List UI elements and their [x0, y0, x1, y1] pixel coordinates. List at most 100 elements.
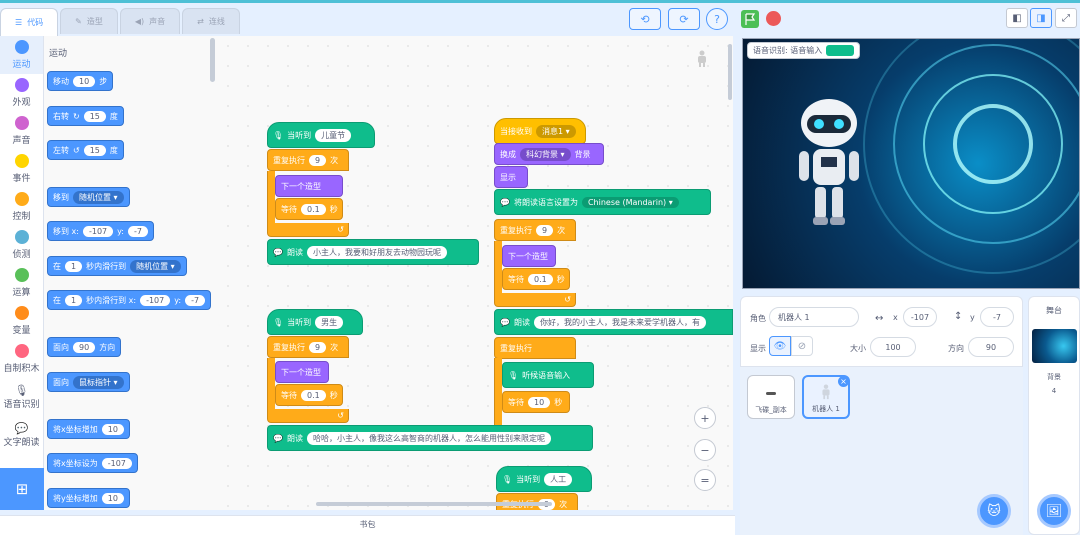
- category-control[interactable]: 控制: [0, 188, 43, 226]
- message-dropdown[interactable]: 消息1 ▾: [536, 124, 576, 138]
- forever-block[interactable]: 重复执行: [494, 337, 576, 359]
- zoom-reset-button[interactable]: =: [694, 469, 716, 491]
- stage-canvas[interactable]: 语音识别: 语音输入: [742, 38, 1080, 289]
- undo-button[interactable]: ⟲: [629, 8, 661, 30]
- block-change-x[interactable]: 将x坐标增加 10: [47, 419, 130, 439]
- tab-code[interactable]: ☰ 代码: [0, 8, 59, 36]
- speak-block-1[interactable]: 💬 朗读 小主人，我要和好朋友去动物园玩呢: [267, 239, 479, 265]
- point-towards-dropdown[interactable]: 鼠标指针 ▾: [73, 375, 124, 389]
- wait-seconds-input-2[interactable]: 0.1: [528, 273, 553, 285]
- repeat-times-input-2[interactable]: 9: [536, 224, 554, 236]
- normal-stage-button[interactable]: ◨: [1030, 8, 1052, 28]
- category-text-to-speech[interactable]: 💬 文字朗读: [0, 416, 43, 454]
- when-hear-hat-3[interactable]: 🎙 当听到 人工: [496, 466, 592, 492]
- block-turn-right[interactable]: 右转 ↻ 15 度: [47, 106, 124, 126]
- delete-sprite-button[interactable]: ×: [838, 376, 849, 387]
- y-input[interactable]: -7: [980, 307, 1014, 327]
- glidexy-seconds-input[interactable]: 1: [65, 294, 83, 306]
- repeat-times-input-3[interactable]: 9: [309, 341, 327, 353]
- hear-word-input-3[interactable]: 人工: [544, 472, 573, 486]
- repeat-block-3[interactable]: 重复执行 9 次: [267, 336, 349, 358]
- block-goto[interactable]: 移到 随机位置 ▾: [47, 187, 130, 207]
- add-sprite-button[interactable]: 🐱: [977, 494, 1011, 528]
- help-button[interactable]: ?: [706, 8, 728, 30]
- wait-block-2[interactable]: 等待 0.1 秒: [502, 268, 570, 290]
- speech-input-monitor[interactable]: 语音识别: 语音输入: [747, 42, 861, 59]
- repeat-times-input-1[interactable]: 9: [309, 154, 327, 166]
- turn-left-input[interactable]: 15: [83, 144, 106, 156]
- hide-sprite-button[interactable]: ⊘: [791, 336, 813, 356]
- glidexy-y-input[interactable]: -7: [185, 294, 206, 306]
- block-glide-xy[interactable]: 在 1 秒内滑行到 x: -107 y: -7: [47, 290, 212, 310]
- next-costume-block-3[interactable]: 下一个造型: [275, 361, 329, 383]
- change-y-input[interactable]: 10: [101, 492, 124, 504]
- zoom-in-button[interactable]: +: [694, 407, 716, 429]
- block-glide[interactable]: 在 1 秒内滑行到 随机位置 ▾: [47, 256, 187, 276]
- script-area[interactable]: 🎙 当听到 儿童节 重复执行 9 次 下一个造型 等待 0.1 秒 ↺ 💬 朗读 小主人，我要和…: [218, 36, 733, 510]
- repeat-block-1[interactable]: 重复执行 9 次: [267, 149, 349, 171]
- small-stage-button[interactable]: ◧: [1006, 8, 1028, 28]
- goto-x-input[interactable]: -107: [82, 225, 114, 237]
- goto-dropdown[interactable]: 随机位置 ▾: [73, 190, 124, 204]
- hear-word-input-2[interactable]: 男生: [315, 315, 344, 329]
- category-events[interactable]: 事件: [0, 150, 43, 188]
- set-x-input[interactable]: -107: [101, 457, 132, 469]
- show-sprite-button[interactable]: 👁: [769, 336, 791, 356]
- block-point-towards[interactable]: 面向 鼠标指针 ▾: [47, 372, 130, 392]
- zoom-out-button[interactable]: −: [694, 439, 716, 461]
- workspace-horizontal-scrollbar[interactable]: [316, 502, 552, 506]
- hear-word-input-1[interactable]: 儿童节: [315, 128, 352, 142]
- move-steps-input[interactable]: 10: [73, 75, 96, 87]
- direction-input[interactable]: 90: [968, 337, 1014, 357]
- block-goto-xy[interactable]: 移到 x: -107 y: -7: [47, 221, 154, 241]
- show-block[interactable]: 显示: [494, 166, 528, 188]
- repeat-block-2[interactable]: 重复执行 9 次: [494, 219, 576, 241]
- size-input[interactable]: 100: [870, 337, 916, 357]
- speak-block-2[interactable]: 💬 朗读 你好，我的小主人，我是未来爱学机器人，有: [494, 309, 733, 335]
- block-turn-left[interactable]: 左转 ↺ 15 度: [47, 140, 124, 160]
- robot-sprite[interactable]: [793, 97, 865, 229]
- tab-connect[interactable]: ⇄ 连线: [182, 8, 240, 34]
- sprite-tile-ufo-copy[interactable]: 飞碟_副本: [747, 375, 795, 419]
- language-dropdown[interactable]: Chinese (Mandarin) ▾: [581, 196, 679, 208]
- stop-button[interactable]: [766, 11, 781, 26]
- set-speech-language-block[interactable]: 💬 将朗读语言设置为 Chinese (Mandarin) ▾: [494, 189, 711, 215]
- glidexy-x-input[interactable]: -107: [140, 294, 171, 306]
- tab-sounds[interactable]: ◀) 声音: [119, 8, 181, 34]
- speak-text-input-2[interactable]: 你好，我的小主人，我是未来爱学机器人，有: [533, 315, 706, 329]
- wait-block-1[interactable]: 等待 0.1 秒: [275, 198, 343, 220]
- x-input[interactable]: -107: [903, 307, 937, 327]
- category-looks[interactable]: 外观: [0, 74, 43, 112]
- block-move[interactable]: 移动 10 步: [47, 71, 114, 91]
- category-variables[interactable]: 变量: [0, 302, 43, 340]
- glide-dropdown[interactable]: 随机位置 ▾: [130, 259, 181, 273]
- next-costume-block-1[interactable]: 下一个造型: [275, 175, 343, 197]
- redo-button[interactable]: ⟳: [668, 8, 700, 30]
- wait-seconds-input-4[interactable]: 10: [528, 396, 551, 408]
- wait-seconds-input-3[interactable]: 0.1: [301, 389, 326, 401]
- speak-block-3[interactable]: 💬 朗读 哈哈，小主人，像我这么高智商的机器人，怎么能用性别来限定呢: [267, 425, 593, 451]
- when-hear-hat-1[interactable]: 🎙 当听到 儿童节: [267, 122, 375, 148]
- when-hear-hat-2[interactable]: 🎙 当听到 男生: [267, 309, 363, 335]
- switch-backdrop-block[interactable]: 换成 科幻背景 ▾ 背景: [494, 143, 604, 165]
- goto-y-input[interactable]: -7: [128, 225, 148, 237]
- sprite-name-input[interactable]: 机器人 1: [769, 307, 859, 327]
- block-change-y[interactable]: 将y坐标增加 10: [47, 488, 130, 508]
- fullscreen-button[interactable]: ⤢: [1055, 8, 1077, 28]
- glide-seconds-input[interactable]: 1: [65, 260, 83, 272]
- speak-text-input-1[interactable]: 小主人，我要和好朋友去动物园玩呢: [306, 245, 447, 259]
- speak-text-input-3[interactable]: 哈哈，小主人，像我这么高智商的机器人，怎么能用性别来限定呢: [306, 431, 551, 445]
- when-receive-hat[interactable]: 当接收到 消息1 ▾: [494, 118, 586, 144]
- block-point-direction[interactable]: 面向 90 方向: [47, 337, 122, 357]
- tab-costumes[interactable]: ✎ 造型: [60, 8, 118, 34]
- category-speech-recognition[interactable]: 🎙 语音识别: [0, 378, 43, 416]
- category-sensing[interactable]: 侦测: [0, 226, 43, 264]
- backdrop-dropdown[interactable]: 科幻背景 ▾: [520, 147, 571, 161]
- palette-scrollbar[interactable]: [210, 38, 215, 82]
- next-costume-block-2[interactable]: 下一个造型: [502, 245, 556, 267]
- wait-seconds-input-1[interactable]: 0.1: [301, 203, 326, 215]
- category-sound[interactable]: 声音: [0, 112, 43, 150]
- backpack-bar[interactable]: 书包: [0, 515, 735, 535]
- listen-block[interactable]: 🎙 听候语音输入: [502, 362, 594, 388]
- category-myblocks[interactable]: 自制积木: [0, 340, 43, 378]
